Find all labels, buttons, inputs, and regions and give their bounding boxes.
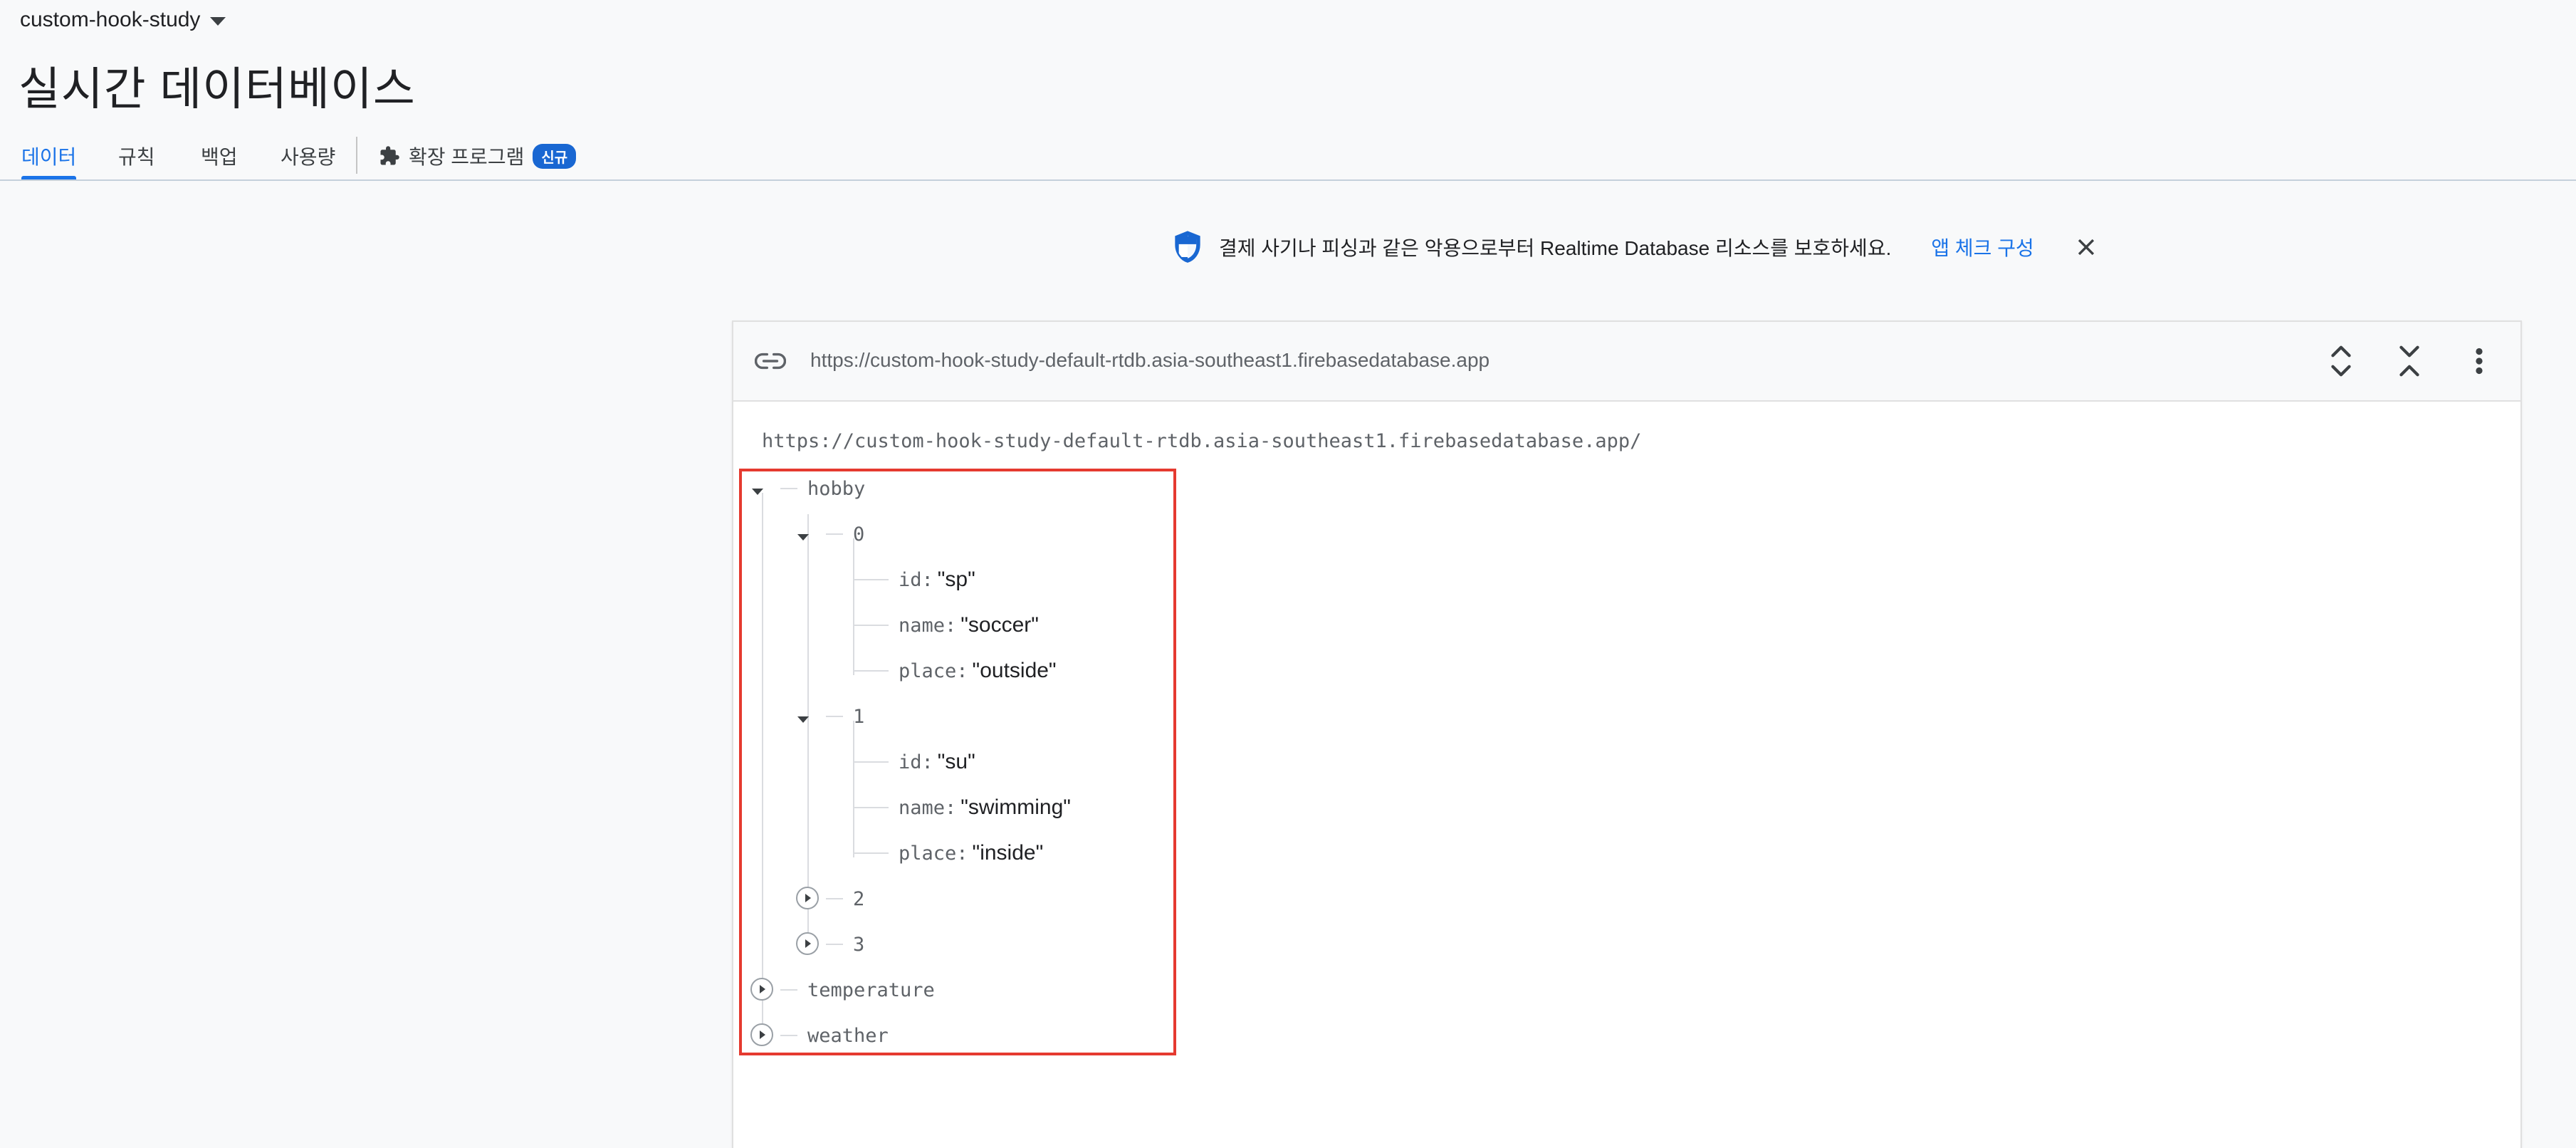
tab-label: 데이터	[21, 146, 77, 168]
panel-header: https://custom-hook-study-default-rtdb.a…	[733, 322, 2520, 402]
expand-all-icon[interactable]	[2327, 343, 2355, 379]
tab-label: 사용량	[281, 146, 336, 168]
banner-message: 결제 사기나 피싱과 같은 악용으로부터 Realtime Database 리…	[1219, 237, 1892, 259]
collapse-all-icon[interactable]	[2395, 343, 2424, 379]
tab-label: 백업	[201, 146, 238, 168]
link-icon	[755, 353, 786, 370]
project-selector[interactable]: custom-hook-study	[20, 3, 226, 37]
tab-label: 규칙	[118, 146, 155, 168]
tab-bar: 데이터 규칙 백업 사용량 확장 프로그램 신규	[0, 134, 2576, 181]
tab-usage[interactable]: 사용량	[281, 134, 335, 178]
tab-rules[interactable]: 규칙	[118, 134, 155, 178]
shield-icon	[1175, 231, 1200, 263]
project-name: custom-hook-study	[20, 8, 201, 31]
app-check-banner: 결제 사기나 피싱과 같은 악용으로부터 Realtime Database 리…	[1173, 229, 2098, 265]
tab-backup[interactable]: 백업	[201, 134, 238, 178]
highlight-box	[739, 469, 1176, 1055]
page-title: 실시간 데이터베이스	[19, 63, 416, 115]
caret-down-icon	[210, 17, 226, 26]
close-icon[interactable]	[2074, 235, 2098, 259]
extensions-icon	[380, 146, 399, 165]
tab-label: 확장 프로그램	[409, 146, 525, 168]
tree-root-url: https://custom-hook-study-default-rtdb.a…	[762, 430, 1642, 452]
tab-divider	[356, 137, 357, 174]
configure-app-check-link[interactable]: 앱 체크 구성	[1931, 233, 2033, 261]
new-badge: 신규	[533, 143, 577, 169]
tab-extensions[interactable]: 확장 프로그램 신규	[379, 134, 577, 178]
tab-data[interactable]: 데이터	[21, 134, 77, 179]
database-url[interactable]: https://custom-hook-study-default-rtdb.a…	[810, 349, 1489, 372]
more-vert-icon[interactable]	[2465, 343, 2493, 379]
